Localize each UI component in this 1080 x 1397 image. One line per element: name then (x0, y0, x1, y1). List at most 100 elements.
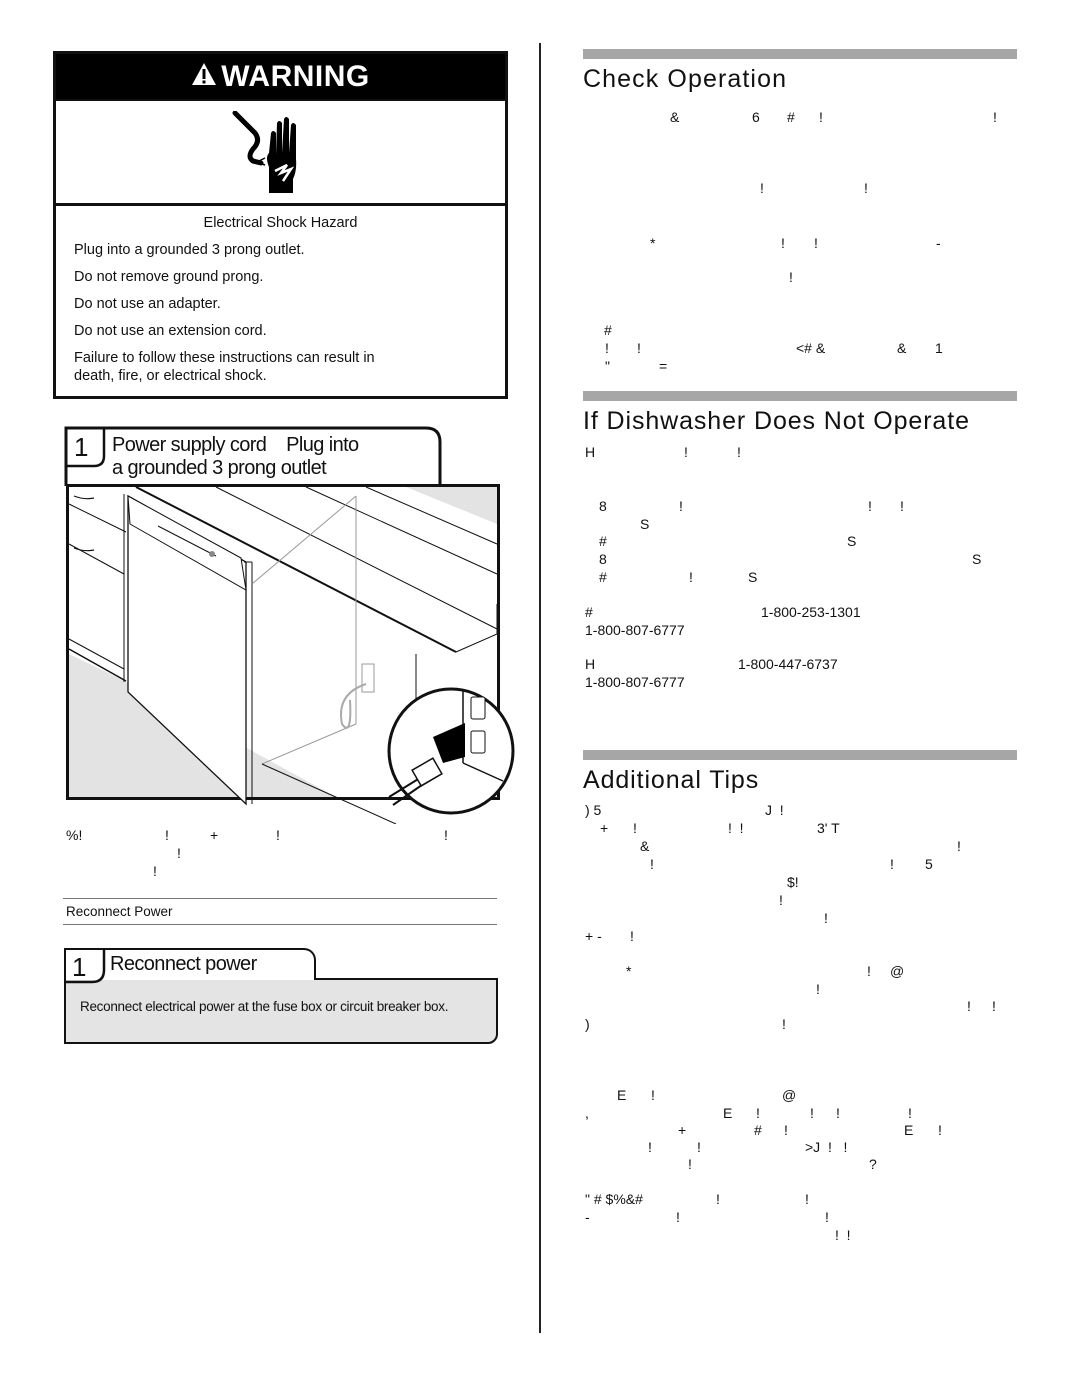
section-bar (583, 49, 1017, 59)
garbled-text: 6 (752, 109, 760, 125)
garbled-text: 1 (935, 340, 943, 356)
garbled-text: ! (688, 1156, 692, 1172)
garbled-text: $! (787, 874, 799, 890)
step-title: Power supply cord Plug into a grounded 3… (112, 434, 359, 480)
garbled-text: ! (756, 1105, 760, 1121)
step-number: 1 (74, 432, 89, 462)
section-title-additional-tips: Additional Tips (583, 766, 760, 794)
garbled-text: 8 (599, 498, 607, 514)
section-title-not-operate: If Dishwasher Does Not Operate (583, 407, 970, 435)
garbled-text: ! (900, 498, 904, 514)
step-title-line: a grounded 3 prong outlet (112, 457, 327, 479)
garbled-text: ! (814, 235, 818, 251)
garbled-text: ! (689, 569, 693, 585)
garbled-text: - (936, 235, 941, 251)
garbled-text: + (600, 820, 609, 836)
garbled-text: & (640, 838, 650, 854)
garbled-text: 3' T (817, 820, 840, 836)
garbled-text: @ (890, 963, 905, 979)
garbled-text: ! (908, 1105, 912, 1121)
garbled-text: ! (864, 180, 868, 196)
garbled-text: J ! (765, 802, 784, 818)
garbled-text: ! (938, 1122, 942, 1138)
warning-line: Do not remove ground prong. (74, 268, 264, 285)
garbled-text: " (605, 358, 610, 374)
garbled-text: ! (825, 1209, 829, 1225)
garbled-text: # (604, 322, 612, 338)
garbled-text: %! (66, 827, 83, 843)
garbled-text: ! (630, 928, 634, 944)
garbled-text: ! (867, 963, 871, 979)
garbled-text: ) (585, 1016, 590, 1032)
garbled-text: ! (760, 180, 764, 196)
garbled-text: ! (444, 827, 448, 843)
garbled-text: ! (276, 827, 280, 843)
shock-hazard-area (56, 99, 505, 206)
garbled-text: # (787, 109, 795, 125)
garbled-text: + - (585, 928, 602, 944)
garbled-text: + (678, 1122, 687, 1138)
garbled-text: S (972, 551, 982, 567)
garbled-text: E (723, 1105, 733, 1121)
garbled-text: * (626, 963, 632, 979)
section-bar (583, 391, 1017, 401)
garbled-text: 5 (925, 856, 933, 872)
warning-triangle-icon (191, 60, 217, 94)
step-number: 1 (72, 952, 87, 982)
garbled-text: ! (967, 998, 971, 1014)
garbled-text: ! (633, 820, 637, 836)
garbled-text: ! (993, 109, 997, 125)
warning-title: WARNING (221, 59, 370, 93)
garbled-text: ! (816, 981, 820, 997)
garbled-text: ! (810, 1105, 814, 1121)
garbled-text: ! (819, 109, 823, 125)
step-title-line: Power supply cord Plug into (112, 434, 359, 456)
garbled-text: ! (781, 235, 785, 251)
garbled-text: ? (869, 1156, 877, 1172)
garbled-text: ! (165, 827, 169, 843)
phone-number: 1-800-807-6777 (585, 622, 685, 638)
section-bar (583, 750, 1017, 760)
garbled-text: ! (153, 863, 157, 879)
warning-consequence: Failure to follow these instructions can… (74, 349, 375, 384)
dishwasher-plug-illustration (66, 484, 515, 824)
garbled-text: " # $%&# (585, 1191, 643, 1207)
warning-line: Do not use an extension cord. (74, 322, 267, 339)
garbled-text: ! (992, 998, 996, 1014)
reconnect-power-label: Reconnect Power (66, 904, 173, 919)
garbled-text: S (748, 569, 758, 585)
garbled-text: ! (648, 1139, 652, 1155)
phone-number: 1-800-807-6777 (585, 674, 685, 690)
reconnect-instructions: Reconnect electrical power at the fuse b… (80, 999, 449, 1014)
phone-number: 1-800-253-1301 (761, 604, 861, 620)
warning-line: Do not use an adapter. (74, 295, 221, 312)
garbled-text: ! (676, 1209, 680, 1225)
garbled-text: + (210, 827, 219, 843)
garbled-text: ! (789, 269, 793, 285)
garbled-text: H (585, 444, 596, 460)
garbled-text: <# & (796, 340, 826, 356)
rule-bottom (63, 924, 497, 925)
garbled-text: ! (779, 892, 783, 908)
garbled-text: - (585, 1209, 590, 1225)
section-title-check-operation: Check Operation (583, 65, 788, 93)
garbled-text: H (585, 656, 596, 672)
garbled-text: ! (737, 444, 741, 460)
garbled-text: >J ! ! (805, 1139, 848, 1155)
garbled-text: ! ! (728, 820, 744, 836)
garbled-text: ! ! (835, 1227, 851, 1243)
garbled-text: ! (890, 856, 894, 872)
garbled-text: 8 (599, 551, 607, 567)
warning-header: WARNING (56, 54, 505, 99)
garbled-text: E (904, 1122, 914, 1138)
garbled-text: ! (651, 1087, 655, 1103)
hazard-title: Electrical Shock Hazard (203, 215, 358, 231)
column-divider (539, 43, 541, 1333)
phone-number: 1-800-447-6737 (738, 656, 838, 672)
garbled-text: * (650, 235, 656, 251)
electric-shock-hand-icon (232, 111, 297, 193)
step-title: Reconnect power (110, 953, 257, 975)
garbled-text: @ (782, 1087, 797, 1103)
garbled-text: ! (605, 340, 609, 356)
garbled-text: ! (716, 1191, 720, 1207)
